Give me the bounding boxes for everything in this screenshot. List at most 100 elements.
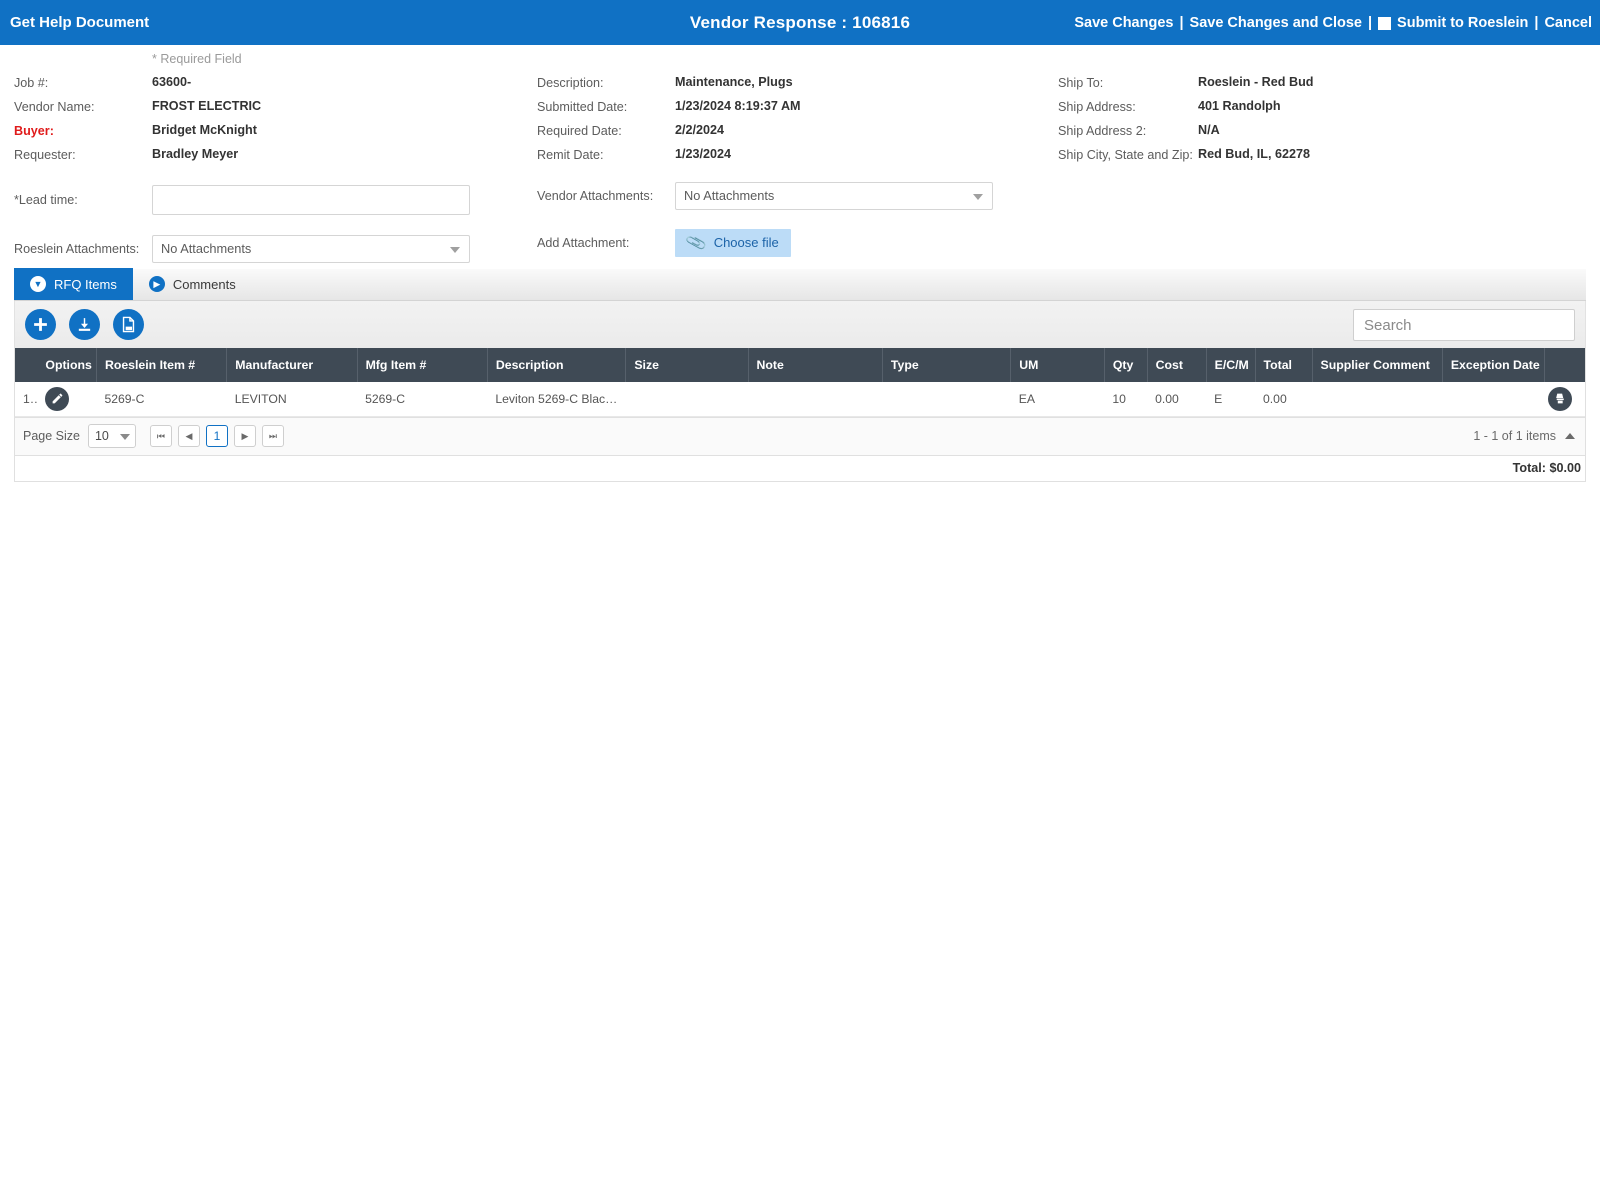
vendor-attachments-value: No Attachments [684, 188, 775, 203]
tab-rfq-items-label: RFQ Items [54, 276, 117, 292]
tab-comments[interactable]: ▶ Comments [133, 268, 252, 300]
label-vendor-attachments: Vendor Attachments: [537, 189, 654, 203]
label-requester: Requester: [14, 148, 76, 162]
cancel-button[interactable]: Cancel [1544, 15, 1592, 31]
column-header-manufacturer[interactable]: Manufacturer [226, 348, 358, 382]
page-number-button[interactable]: 1 [205, 425, 228, 447]
column-header-description[interactable]: Description [487, 348, 627, 382]
page-size-label: Page Size [23, 429, 80, 443]
separator-2: | [1367, 14, 1373, 31]
cell-note [748, 382, 883, 417]
field-roeslein-attachments: Roeslein Attachments: No Attachments [14, 228, 534, 269]
page-size-select[interactable]: 10 [87, 424, 136, 448]
cell-roeslein-item: 5269-C [96, 382, 227, 417]
submit-to-roeslein-checkbox[interactable] [1378, 17, 1392, 30]
table-row[interactable]: 1 5269-C LEVITON 5269-C Leviton 5269-C B… [15, 382, 1585, 417]
label-ship-address: Ship Address: [1058, 100, 1136, 114]
value-submitted-date: 1/23/2024 8:19:37 AM [675, 99, 801, 113]
label-add-attachment: Add Attachment: [537, 236, 630, 250]
choose-file-button[interactable]: 📎 Choose file [675, 228, 791, 257]
label-job-number: Job #: [14, 76, 49, 90]
label-ship-city-state-zip: Ship City, State and Zip: [1058, 148, 1193, 162]
cell-manufacturer: LEVITON [226, 382, 358, 417]
field-buyer: Buyer: Bridget McKnight [14, 123, 534, 147]
label-ship-to: Ship To: [1058, 76, 1104, 90]
chevron-down-icon [450, 246, 460, 253]
column-header-note[interactable]: Note [748, 348, 883, 382]
form-column-right: Ship To: Roeslein - Red Bud Ship Address… [1058, 75, 1558, 171]
grid-total-label: Total: $0.00 [1512, 461, 1581, 475]
vendor-response-form: * Required Field Job #: 63600- Vendor Na… [0, 45, 1600, 263]
required-field-note: * Required Field [152, 52, 242, 66]
cell-options [37, 382, 97, 417]
cell-size [625, 382, 749, 417]
column-header-um[interactable]: UM [1010, 348, 1105, 382]
brush-clear-icon[interactable] [1548, 386, 1573, 411]
cell-supplier-comment [1312, 382, 1443, 417]
field-remit-date: Remit Date: 1/23/2024 [537, 147, 1057, 171]
label-buyer: Buyer: [14, 124, 54, 138]
last-page-button[interactable]: ⏭ [261, 425, 284, 447]
add-item-button[interactable] [25, 309, 56, 340]
field-requester: Requester: Bradley Meyer [14, 147, 534, 171]
search-input[interactable] [1353, 309, 1575, 341]
column-header-total[interactable]: Total [1255, 348, 1313, 382]
label-lead-time: *Lead time: [14, 193, 78, 207]
choose-file-label: Choose file [713, 235, 779, 250]
column-header-roeslein-item[interactable]: Roeslein Item # [96, 348, 228, 382]
field-vendor-name: Vendor Name: FROST ELECTRIC [14, 99, 534, 123]
chevron-down-icon [119, 434, 130, 440]
column-header-mfg-item[interactable]: Mfg Item # [357, 348, 488, 382]
submit-to-roeslein-label[interactable]: Submit to Roeslein [1397, 15, 1528, 31]
cell-type [882, 382, 1011, 417]
field-lead-time: *Lead time: [14, 179, 534, 220]
column-header-actions [1544, 348, 1585, 382]
previous-page-button[interactable]: ◀ [177, 425, 200, 447]
column-header-size[interactable]: Size [625, 348, 749, 382]
chevron-right-icon: ▶ [148, 276, 165, 292]
label-roeslein-attachments: Roeslein Attachments: [14, 242, 140, 256]
tab-rfq-items[interactable]: ▼ RFQ Items [14, 268, 133, 300]
form-column-middle: Description: Maintenance, Plugs Submitte… [537, 75, 1057, 263]
cell-description: Leviton 5269-C Black 15… [487, 382, 626, 417]
save-changes-button[interactable]: Save Changes [1074, 15, 1173, 31]
column-header-supplier-comment[interactable]: Supplier Comment [1312, 348, 1443, 382]
field-required-date: Required Date: 2/2/2024 [537, 123, 1057, 147]
app-header-bar: Get Help Document Vendor Response : 1068… [0, 0, 1600, 45]
label-remit-date: Remit Date: [537, 148, 604, 162]
first-page-button[interactable]: ⏮ [149, 425, 172, 447]
column-header-qty[interactable]: Qty [1104, 348, 1148, 382]
chevron-down-icon [973, 193, 983, 200]
save-changes-and-close-button[interactable]: Save Changes and Close [1190, 15, 1362, 31]
cell-um: EA [1010, 382, 1105, 417]
column-header-index[interactable] [15, 348, 38, 382]
field-job-number: Job #: 63600- [14, 75, 534, 99]
cell-ecm: E [1206, 382, 1255, 417]
column-header-options[interactable]: Options [37, 348, 97, 382]
label-vendor-name: Vendor Name: [14, 100, 95, 114]
chevron-up-icon[interactable] [1565, 433, 1575, 439]
field-ship-address-2: Ship Address 2: N/A [1058, 123, 1558, 147]
edit-pencil-icon[interactable] [45, 386, 70, 411]
vendor-attachments-select[interactable]: No Attachments [675, 181, 993, 210]
rfq-items-grid: Options Roeslein Item # Manufacturer Mfg… [14, 348, 1586, 418]
value-ship-address-2: N/A [1198, 123, 1220, 137]
cell-mfg-item: 5269-C [357, 382, 488, 417]
label-submitted-date: Submitted Date: [537, 100, 628, 114]
lead-time-input[interactable] [152, 184, 470, 215]
column-header-exception-date[interactable]: Exception Date [1442, 348, 1545, 382]
form-column-left: Job #: 63600- Vendor Name: FROST ELECTRI… [14, 75, 534, 269]
import-items-button[interactable] [69, 309, 100, 340]
header-actions: Save Changes | Save Changes and Close | … [1074, 15, 1592, 31]
plus-icon [34, 318, 47, 331]
get-help-document-link[interactable]: Get Help Document [0, 14, 149, 31]
column-header-ecm[interactable]: E/C/M [1206, 348, 1256, 382]
roeslein-attachments-select[interactable]: No Attachments [152, 234, 470, 263]
value-job-number: 63600- [152, 75, 192, 89]
field-ship-to: Ship To: Roeslein - Red Bud [1058, 75, 1558, 99]
export-excel-button[interactable] [113, 309, 144, 340]
field-ship-address: Ship Address: 401 Randolph [1058, 99, 1558, 123]
column-header-type[interactable]: Type [882, 348, 1012, 382]
next-page-button[interactable]: ▶ [233, 425, 256, 447]
column-header-cost[interactable]: Cost [1147, 348, 1207, 382]
